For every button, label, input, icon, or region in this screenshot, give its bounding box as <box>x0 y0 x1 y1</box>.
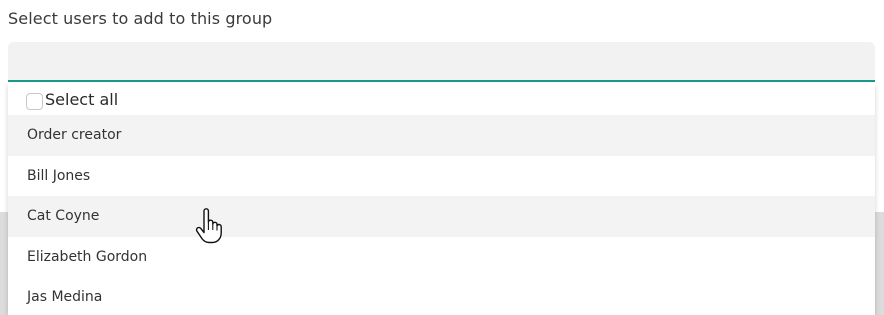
list-item[interactable]: Bill Jones <box>8 156 875 197</box>
list-item[interactable]: Cat Coyne <box>8 196 875 237</box>
select-all-checkbox[interactable] <box>26 92 43 110</box>
list-item[interactable]: Order creator <box>8 115 875 156</box>
option-label: Elizabeth Gordon <box>27 248 148 265</box>
option-label: Order creator <box>27 127 122 144</box>
list-item[interactable]: Elizabeth Gordon <box>8 237 875 278</box>
option-label: Cat Coyne <box>27 208 100 225</box>
users-select-input[interactable] <box>8 42 875 82</box>
option-label: Bill Jones <box>27 167 91 184</box>
list-item[interactable]: Jas Medina <box>8 277 875 315</box>
field-label: Select users to add to this group <box>8 9 273 28</box>
option-label: Jas Medina <box>27 289 103 306</box>
users-dropdown-list: Select all Order creator Bill Jones Cat … <box>8 83 875 315</box>
select-all-option[interactable]: Select all <box>8 83 875 115</box>
select-all-label: Select all <box>45 89 119 109</box>
select-users-panel: Select users to add to this group Select… <box>0 0 884 315</box>
